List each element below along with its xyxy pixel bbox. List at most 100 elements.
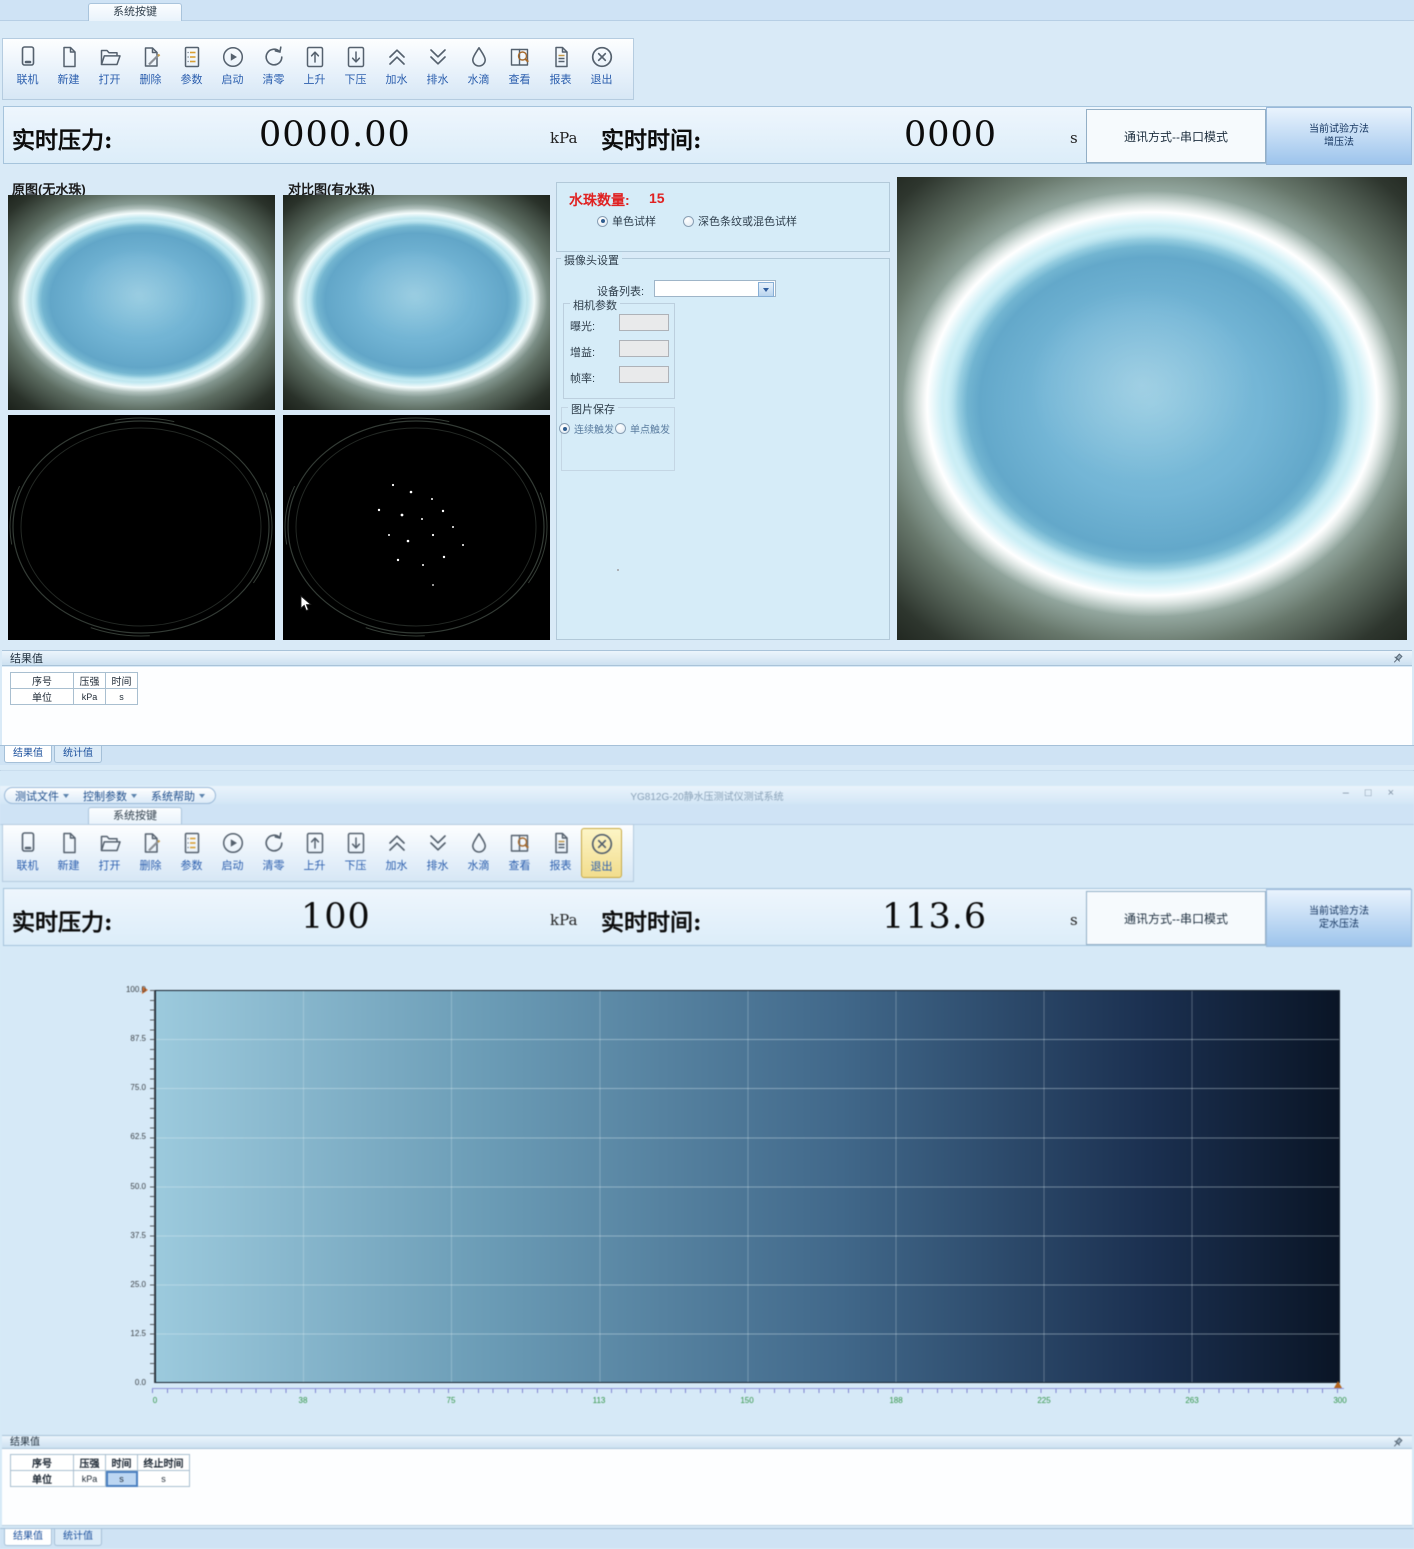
table-header-row: 序号 压强 时间 终止时间 bbox=[11, 1455, 190, 1471]
toolbar-reset-zero-button[interactable]: 清零 bbox=[253, 42, 294, 90]
toolbar-delete-button[interactable]: 删除 bbox=[130, 42, 171, 90]
arrow-up-box-icon bbox=[302, 830, 328, 856]
camera-image-live-large bbox=[897, 177, 1407, 640]
toolbar-exit-button-highlighted[interactable]: 退出 bbox=[581, 828, 622, 878]
tab-system-keys[interactable]: 系统按键 bbox=[88, 3, 182, 21]
toolbar-delete-button[interactable]: 删除 bbox=[130, 828, 171, 876]
toolbar-view-button[interactable]: 查看 bbox=[499, 828, 540, 876]
tab-results[interactable]: 结果值 bbox=[4, 746, 52, 763]
close-button[interactable]: × bbox=[1388, 787, 1394, 799]
table-unit-row: 单位 kPa s bbox=[11, 689, 138, 705]
x-tick: 150 bbox=[732, 1396, 762, 1405]
unit-time-selected-cell[interactable]: s bbox=[106, 1471, 138, 1487]
toolbar-connect-button[interactable]: 联机 bbox=[7, 828, 48, 876]
toolbar-start-button[interactable]: 启动 bbox=[212, 42, 253, 90]
drop-count-value: 15 bbox=[649, 190, 665, 206]
pin-icon[interactable] bbox=[1392, 1437, 1404, 1449]
params-list-icon bbox=[179, 830, 205, 856]
comm-mode-button[interactable]: 通讯方式--串口模式 bbox=[1086, 109, 1266, 163]
x-tick: 263 bbox=[1177, 1396, 1207, 1405]
toolbar-add-water-button[interactable]: 加水 bbox=[376, 828, 417, 876]
restore-button[interactable]: □ bbox=[1365, 787, 1372, 799]
col-index: 序号 bbox=[11, 673, 74, 689]
double-chevron-down-icon bbox=[425, 44, 451, 70]
unit-time: s bbox=[106, 689, 138, 705]
toolbar-drain-water-button[interactable]: 排水 bbox=[417, 42, 458, 90]
tab-statistics[interactable]: 统计值 bbox=[54, 746, 102, 763]
y-tick: 25.0 bbox=[110, 1280, 146, 1289]
unit-end-time[interactable]: s bbox=[138, 1471, 190, 1487]
titlebar: 测试文件 控制参数 系统帮助 YG812G-20静水压测试仪测试系统 – □ × bbox=[0, 786, 1414, 805]
x-tick: 38 bbox=[288, 1396, 318, 1405]
y-tick: 87.5 bbox=[110, 1034, 146, 1043]
connect-icon bbox=[15, 830, 41, 856]
col-index: 序号 bbox=[11, 1455, 74, 1471]
method-name: 定水压法 bbox=[1319, 918, 1359, 931]
method-title: 当前试验方法 bbox=[1309, 123, 1369, 136]
pressure-unit: kPa bbox=[550, 129, 577, 147]
radio-mono-sample[interactable]: 单色试样 bbox=[597, 213, 656, 229]
camera-params-group-label: 相机参数 bbox=[570, 297, 620, 313]
y-tick: 0.0 bbox=[110, 1378, 146, 1387]
time-value: 0000 bbox=[904, 115, 997, 155]
toolbar: 联机 新建 打开 删除 参数 启动 清零 上升 下压 加水 排水 水滴 查看 报… bbox=[2, 38, 634, 100]
y-tick: 12.5 bbox=[110, 1329, 146, 1338]
toolbar-press-down-button[interactable]: 下压 bbox=[335, 828, 376, 876]
gain-label: 增益: bbox=[570, 344, 595, 360]
unit-pressure[interactable]: kPa bbox=[74, 1471, 106, 1487]
toolbar-view-button[interactable]: 查看 bbox=[499, 42, 540, 90]
toolbar-rise-button[interactable]: 上升 bbox=[294, 42, 335, 90]
col-time: 时间 bbox=[106, 1455, 138, 1471]
drop-count-label: 水珠数量: bbox=[569, 190, 630, 210]
tab-results[interactable]: 结果值 bbox=[4, 1529, 52, 1546]
toolbar-exit-button[interactable]: 退出 bbox=[581, 42, 622, 90]
toolbar-params-button[interactable]: 参数 bbox=[171, 42, 212, 90]
radio-unselected-icon bbox=[683, 216, 694, 227]
toolbar-rise-button[interactable]: 上升 bbox=[294, 828, 335, 876]
toolbar-report-button[interactable]: 报表 bbox=[540, 42, 581, 90]
radio-dark-sample[interactable]: 深色条纹或混色试样 bbox=[683, 213, 797, 229]
toolbar-add-water-button[interactable]: 加水 bbox=[376, 42, 417, 90]
minimize-button[interactable]: – bbox=[1343, 787, 1349, 799]
radio-continuous-trigger[interactable]: 连续触发 bbox=[559, 421, 614, 436]
status-row: 实时压力: 0000.00 kPa 实时时间: 0000 s 通讯方式--串口模… bbox=[3, 106, 1411, 164]
toolbar-new-button[interactable]: 新建 bbox=[48, 42, 89, 90]
save-image-group-label: 图片保存 bbox=[568, 401, 618, 417]
toolbar-new-button[interactable]: 新建 bbox=[48, 828, 89, 876]
results-table: 序号 压强 时间 单位 kPa s bbox=[10, 672, 138, 705]
connect-icon bbox=[15, 44, 41, 70]
radio-single-trigger[interactable]: 单点触发 bbox=[615, 421, 670, 436]
toolbar-connect-button[interactable]: 联机 bbox=[7, 42, 48, 90]
toolbar-drain-water-button[interactable]: 排水 bbox=[417, 828, 458, 876]
exposure-input[interactable] bbox=[619, 314, 669, 331]
toolbar-start-button[interactable]: 启动 bbox=[212, 828, 253, 876]
y-tick: 37.5 bbox=[110, 1231, 146, 1240]
bottom-tabs: 结果值 统计值 bbox=[0, 745, 1414, 765]
pin-icon[interactable] bbox=[1392, 653, 1404, 665]
delete-icon bbox=[138, 44, 164, 70]
chevron-down-icon bbox=[763, 288, 769, 292]
results-header: 结果值 bbox=[2, 650, 1412, 666]
gain-input[interactable] bbox=[619, 340, 669, 357]
framerate-input[interactable] bbox=[619, 366, 669, 383]
toolbar-report-button[interactable]: 报表 bbox=[540, 828, 581, 876]
toolbar-params-button[interactable]: 参数 bbox=[171, 828, 212, 876]
device-list-dropdown[interactable] bbox=[654, 280, 776, 297]
toolbar-water-drop-button[interactable]: 水滴 bbox=[458, 828, 499, 876]
exit-circle-x-icon bbox=[589, 831, 615, 857]
dropdown-arrow-button[interactable] bbox=[758, 282, 774, 297]
camera-settings-panel: 摄像头设置 设备列表: 相机参数 曝光: 增益: 帧率: 图片保存 连续触发 单… bbox=[556, 258, 890, 640]
arrow-down-box-icon bbox=[343, 44, 369, 70]
status-row: 实时压力: 100 kPa 实时时间: 113.6 s 通讯方式--串口模式 当… bbox=[3, 888, 1411, 946]
tab-system-keys[interactable]: 系统按键 bbox=[88, 807, 182, 825]
toolbar-water-drop-button[interactable]: 水滴 bbox=[458, 42, 499, 90]
ribbon-row: 系统按键 bbox=[0, 804, 1414, 825]
tab-statistics[interactable]: 统计值 bbox=[54, 1529, 102, 1546]
toolbar-open-button[interactable]: 打开 bbox=[89, 42, 130, 90]
toolbar-open-button[interactable]: 打开 bbox=[89, 828, 130, 876]
toolbar-press-down-button[interactable]: 下压 bbox=[335, 42, 376, 90]
toolbar-reset-zero-button[interactable]: 清零 bbox=[253, 828, 294, 876]
comm-mode-button[interactable]: 通讯方式--串口模式 bbox=[1086, 891, 1266, 945]
pressure-value: 0000.00 bbox=[259, 115, 411, 155]
camera-image-original bbox=[8, 195, 275, 410]
